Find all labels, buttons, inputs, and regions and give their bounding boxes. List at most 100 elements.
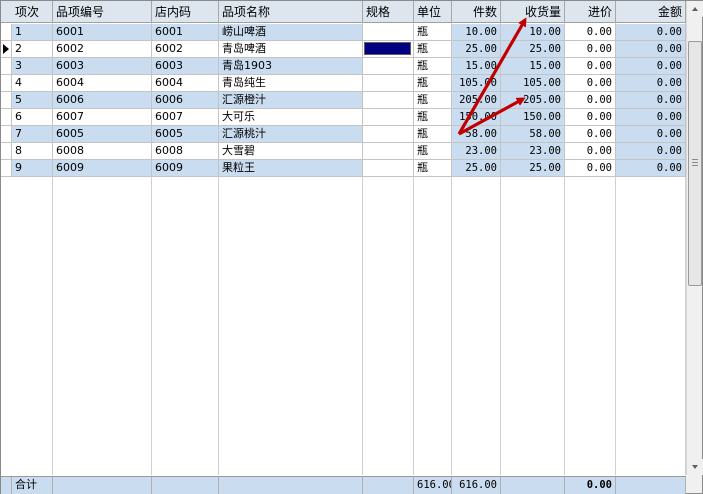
cell-unit[interactable]: 瓶 xyxy=(414,58,452,75)
column-header-seq[interactable]: 项次 xyxy=(12,1,53,23)
cell-unit-price[interactable]: 0.00 xyxy=(565,58,616,75)
cell-store-code[interactable]: 6001 xyxy=(152,24,219,41)
cell-seq[interactable]: 3 xyxy=(12,58,53,75)
cell-received-qty[interactable]: 205.00 xyxy=(501,92,565,109)
cell-amount[interactable]: 0.00 xyxy=(616,24,686,41)
cell-store-code[interactable]: 6003 xyxy=(152,58,219,75)
cell-pieces[interactable]: 15.00 xyxy=(452,58,501,75)
cell-unit[interactable]: 瓶 xyxy=(414,109,452,126)
row-indicator[interactable] xyxy=(1,109,12,126)
column-header-received-qty[interactable]: 收货量 xyxy=(501,1,565,23)
cell-item-name[interactable]: 崂山啤酒 xyxy=(219,24,363,41)
cell-received-qty[interactable]: 10.00 xyxy=(501,24,565,41)
cell-unit[interactable]: 瓶 xyxy=(414,160,452,177)
cell-amount[interactable]: 0.00 xyxy=(616,109,686,126)
cell-pieces[interactable]: 150.00 xyxy=(452,109,501,126)
cell-amount[interactable]: 0.00 xyxy=(616,126,686,143)
cell-store-code[interactable]: 6009 xyxy=(152,160,219,177)
table-row[interactable]: 5 6006 6006 汇源橙汁瓶 205.00 205.00 0.00 0.00 xyxy=(1,92,686,109)
cell-seq[interactable]: 6 xyxy=(12,109,53,126)
row-indicator[interactable] xyxy=(1,160,12,177)
cell-item-name[interactable]: 汇源桃汁 xyxy=(219,126,363,143)
cell-unit-price[interactable]: 0.00 xyxy=(565,143,616,160)
cell-pieces[interactable]: 58.00 xyxy=(452,126,501,143)
cell-unit-price[interactable]: 0.00 xyxy=(565,92,616,109)
scroll-down-button[interactable] xyxy=(687,459,703,475)
cell-spec[interactable] xyxy=(363,160,414,177)
table-row[interactable]: 9 6009 6009 果粒王瓶 25.00 25.00 0.00 0.00 xyxy=(1,160,686,177)
row-indicator[interactable] xyxy=(1,75,12,92)
cell-item-code[interactable]: 6009 xyxy=(53,160,152,177)
cell-store-code[interactable]: 6005 xyxy=(152,126,219,143)
cell-item-name[interactable]: 青岛啤酒 xyxy=(219,41,363,58)
cell-unit-price[interactable]: 0.00 xyxy=(565,126,616,143)
column-header-pieces[interactable]: 件数 xyxy=(452,1,501,23)
cell-spec[interactable] xyxy=(363,92,414,109)
row-indicator[interactable] xyxy=(1,41,12,58)
cell-item-code[interactable]: 6003 xyxy=(53,58,152,75)
goods-receipt-grid[interactable]: 项次 品项编号 店内码 品项名称 规格 单位 件数 收货量 进价 金额 1 6001 6001 崂山啤酒… xyxy=(1,1,686,494)
cell-received-qty[interactable]: 25.00 xyxy=(501,160,565,177)
cell-store-code[interactable]: 6007 xyxy=(152,109,219,126)
cell-unit[interactable]: 瓶 xyxy=(414,143,452,160)
cell-item-code[interactable]: 6008 xyxy=(53,143,152,160)
cell-pieces[interactable]: 25.00 xyxy=(452,41,501,58)
cell-spec[interactable] xyxy=(363,126,414,143)
cell-amount[interactable]: 0.00 xyxy=(616,143,686,160)
cell-received-qty[interactable]: 105.00 xyxy=(501,75,565,92)
row-indicator[interactable] xyxy=(1,92,12,109)
cell-item-code[interactable]: 6005 xyxy=(53,126,152,143)
cell-seq[interactable]: 2 xyxy=(12,41,53,58)
cell-item-name[interactable]: 汇源橙汁 xyxy=(219,92,363,109)
cell-unit-price[interactable]: 0.00 xyxy=(565,41,616,58)
table-row[interactable]: 7 6005 6005 汇源桃汁瓶 58.00 58.00 0.00 0.00 xyxy=(1,126,686,143)
cell-seq[interactable]: 5 xyxy=(12,92,53,109)
cell-amount[interactable]: 0.00 xyxy=(616,75,686,92)
row-indicator[interactable] xyxy=(1,24,12,41)
cell-received-qty[interactable]: 25.00 xyxy=(501,41,565,58)
column-header-spec[interactable]: 规格 xyxy=(363,1,414,23)
cell-spec[interactable] xyxy=(363,109,414,126)
cell-unit-price[interactable]: 0.00 xyxy=(565,160,616,177)
cell-received-qty[interactable]: 15.00 xyxy=(501,58,565,75)
cell-spec[interactable] xyxy=(363,41,414,58)
cell-pieces[interactable]: 23.00 xyxy=(452,143,501,160)
cell-spec[interactable] xyxy=(363,58,414,75)
cell-item-code[interactable]: 6004 xyxy=(53,75,152,92)
cell-store-code[interactable]: 6004 xyxy=(152,75,219,92)
row-indicator[interactable] xyxy=(1,126,12,143)
cell-spec[interactable] xyxy=(363,143,414,160)
cell-item-name[interactable]: 大雪碧 xyxy=(219,143,363,160)
cell-pieces[interactable]: 10.00 xyxy=(452,24,501,41)
cell-unit[interactable]: 瓶 xyxy=(414,41,452,58)
column-header-unit[interactable]: 单位 xyxy=(414,1,452,23)
cell-item-code[interactable]: 6007 xyxy=(53,109,152,126)
table-row[interactable]: 4 6004 6004 青岛纯生瓶 105.00 105.00 0.00 0.00 xyxy=(1,75,686,92)
cell-pieces[interactable]: 205.00 xyxy=(452,92,501,109)
cell-unit[interactable]: 瓶 xyxy=(414,75,452,92)
column-header-item-code[interactable]: 品项编号 xyxy=(53,1,152,23)
cell-seq[interactable]: 9 xyxy=(12,160,53,177)
cell-unit[interactable]: 瓶 xyxy=(414,92,452,109)
cell-seq[interactable]: 1 xyxy=(12,24,53,41)
column-header-amount[interactable]: 金额 xyxy=(616,1,686,23)
cell-unit[interactable]: 瓶 xyxy=(414,24,452,41)
cell-item-name[interactable]: 青岛纯生 xyxy=(219,75,363,92)
cell-store-code[interactable]: 6002 xyxy=(152,41,219,58)
cell-unit-price[interactable]: 0.00 xyxy=(565,75,616,92)
row-indicator[interactable] xyxy=(1,143,12,160)
cell-item-code[interactable]: 6002 xyxy=(53,41,152,58)
column-header-item-name[interactable]: 品项名称 xyxy=(219,1,363,23)
cell-pieces[interactable]: 25.00 xyxy=(452,160,501,177)
vertical-scrollbar[interactable] xyxy=(686,1,703,493)
table-row[interactable]: 3 6003 6003 青岛1903 瓶 15.00 15.00 0.00 0.00 xyxy=(1,58,686,75)
cell-pieces[interactable]: 105.00 xyxy=(452,75,501,92)
cell-seq[interactable]: 4 xyxy=(12,75,53,92)
table-row[interactable]: 1 6001 6001 崂山啤酒瓶 10.00 10.00 0.00 0.00 xyxy=(1,24,686,41)
cell-item-name[interactable]: 果粒王 xyxy=(219,160,363,177)
cell-amount[interactable]: 0.00 xyxy=(616,58,686,75)
cell-received-qty[interactable]: 58.00 xyxy=(501,126,565,143)
cell-unit-price[interactable]: 0.00 xyxy=(565,109,616,126)
table-row[interactable]: 2 6002 6002 青岛啤酒瓶 25.00 25.00 0.00 0.00 xyxy=(1,41,686,58)
cell-seq[interactable]: 8 xyxy=(12,143,53,160)
